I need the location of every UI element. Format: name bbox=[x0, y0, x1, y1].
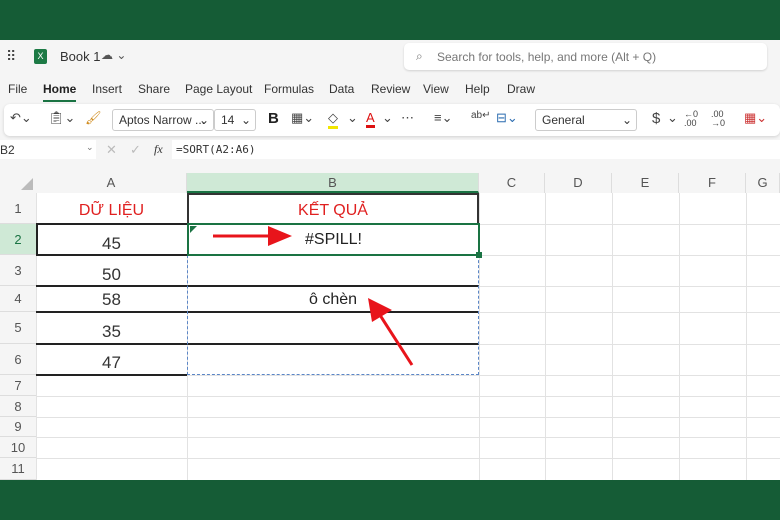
bottom-band bbox=[0, 480, 780, 520]
arrow-right-icon bbox=[213, 226, 292, 246]
arrow-up-left-icon bbox=[368, 298, 414, 366]
annotation-arrows bbox=[213, 226, 414, 366]
